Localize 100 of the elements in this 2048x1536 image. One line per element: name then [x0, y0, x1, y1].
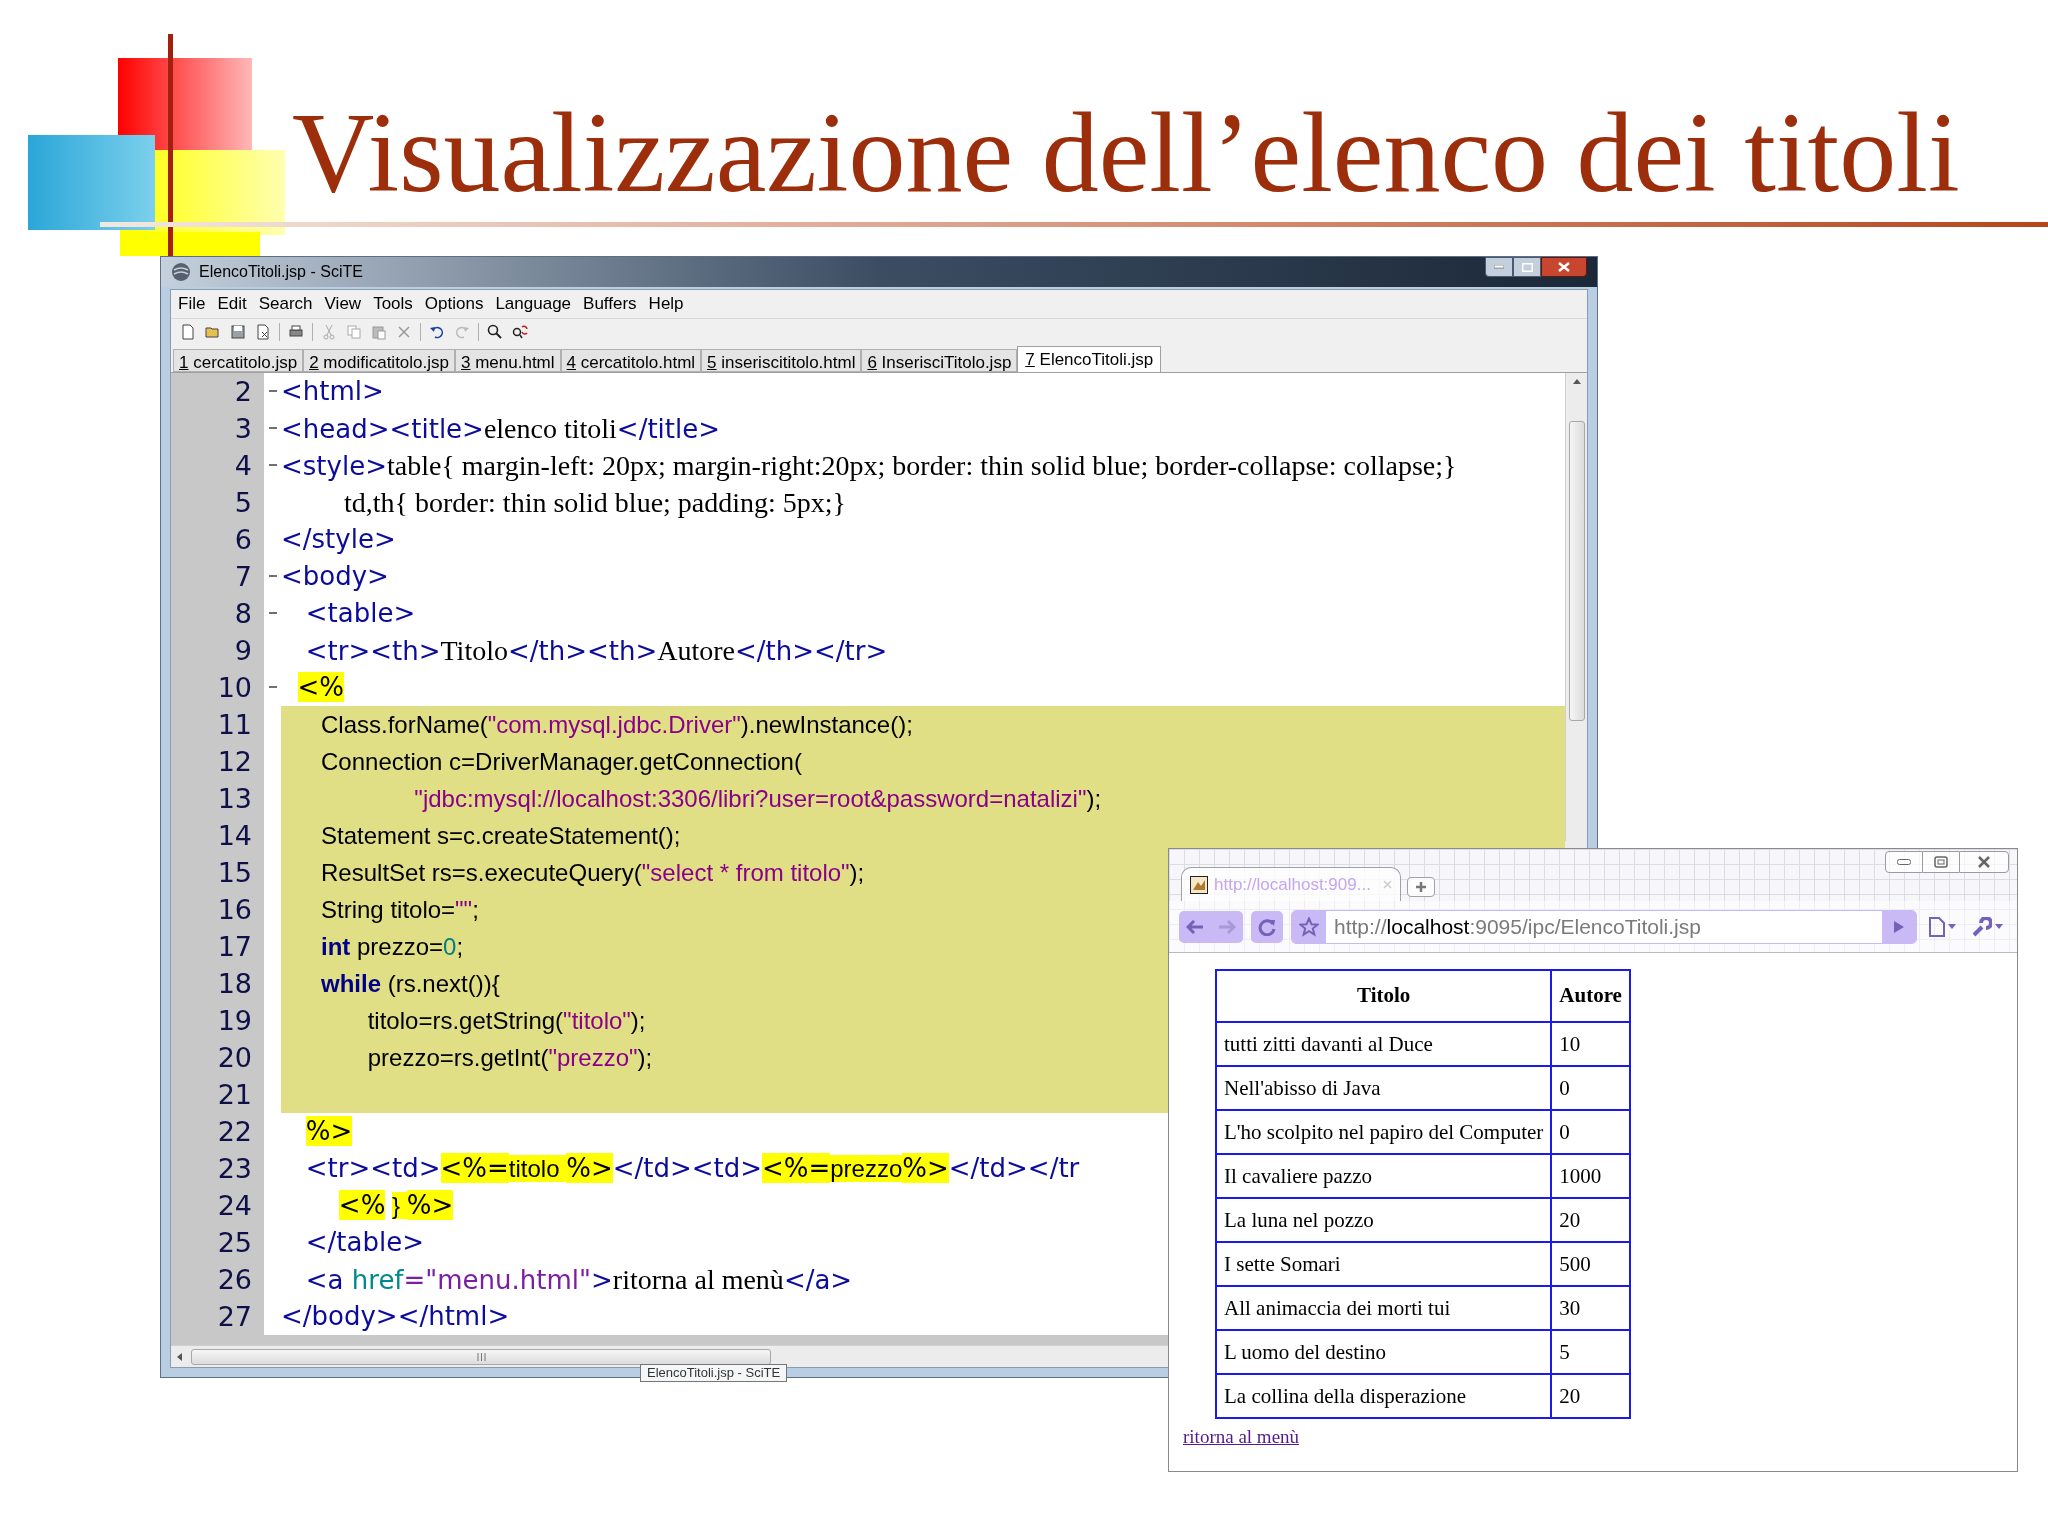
menu-item[interactable]: File	[173, 291, 211, 317]
menu-link[interactable]: ritorna al menù	[1183, 1422, 1300, 1451]
restore-icon	[1934, 856, 1948, 868]
line-number: 16	[216, 893, 253, 927]
line-number: 2	[233, 375, 253, 409]
fold-marker-icon[interactable]	[268, 464, 277, 467]
taskbar-tooltip: ElencoTitoli.jsp - SciTE	[640, 1364, 788, 1382]
table-cell: Nell'abisso di Java	[1216, 1065, 1552, 1110]
column-header: Titolo	[1216, 970, 1552, 1022]
minimize-button[interactable]	[1485, 257, 1513, 277]
maximize-icon	[1521, 262, 1533, 272]
file-tab[interactable]: 6 InserisciTitolo.jsp	[861, 349, 1018, 372]
file-tab[interactable]: 5 inseriscititolo.html	[701, 349, 862, 372]
table-cell: 5	[1551, 1329, 1630, 1374]
scrollbar-thumb[interactable]	[191, 1348, 771, 1365]
line-number: 15	[216, 856, 253, 890]
table-cell: 0	[1551, 1065, 1630, 1110]
fold-marker-icon[interactable]	[268, 686, 277, 689]
new-tab-button[interactable]	[1407, 877, 1435, 897]
app-icon	[171, 262, 191, 282]
fold-marker-icon[interactable]	[268, 390, 277, 393]
maximize-button[interactable]	[1923, 851, 1959, 873]
line-number: 20	[216, 1041, 253, 1075]
fold-marker-icon[interactable]	[268, 612, 277, 615]
maximize-button[interactable]	[1513, 257, 1541, 277]
line-number: 19	[216, 1004, 253, 1038]
go-button[interactable]	[1882, 910, 1916, 943]
line-number: 13	[216, 782, 253, 816]
line-number: 26	[216, 1263, 253, 1297]
column-header: Autore	[1551, 970, 1630, 1022]
file-tab[interactable]: 7 ElencoTitoli.jsp	[1017, 346, 1162, 372]
minimize-icon	[1897, 859, 1911, 865]
menu-item[interactable]: Options	[419, 291, 489, 317]
line-number: 14	[216, 819, 253, 853]
scroll-left-icon[interactable]	[175, 1351, 183, 1362]
table-cell: 0	[1551, 1109, 1630, 1154]
line-number: 9	[233, 634, 253, 668]
vertical-scrollbar[interactable]	[1565, 373, 1587, 841]
menu-item[interactable]: Edit	[212, 291, 252, 317]
line-number: 12	[216, 745, 253, 779]
wrench-icon	[1972, 916, 1992, 937]
forward-arrow-icon	[1218, 919, 1236, 934]
table-cell: La luna nel pozzo	[1216, 1197, 1552, 1242]
table-cell: 20	[1551, 1197, 1630, 1242]
table-cell: Il cavaliere pazzo	[1216, 1153, 1552, 1198]
table-cell: L'ho scolpito nel papiro del Computer	[1216, 1109, 1552, 1154]
line-number: 11	[216, 708, 253, 742]
line-number: 10	[216, 671, 253, 705]
close-icon	[1977, 856, 1991, 868]
line-number: 3	[233, 412, 253, 446]
file-tab[interactable]: 2 modificatitolo.jsp	[303, 349, 455, 372]
line-number: 7	[233, 560, 253, 594]
fold-marker-icon[interactable]	[268, 427, 277, 430]
minimize-icon	[1494, 265, 1504, 269]
line-number: 21	[216, 1078, 253, 1112]
scrollbar-thumb[interactable]	[1568, 421, 1585, 721]
line-number: 8	[233, 597, 253, 631]
plus-icon	[1415, 881, 1427, 893]
close-button[interactable]	[1959, 851, 2009, 873]
table-cell: La collina della disperazione	[1216, 1373, 1552, 1418]
line-number: 27	[216, 1300, 253, 1334]
caret-icon	[1995, 924, 2003, 929]
table-cell: 30	[1551, 1285, 1630, 1330]
address-bar[interactable]: http://localhost:9095/ipc/ElencoTitoli.jsp	[1291, 909, 1917, 944]
minimize-button[interactable]	[1885, 851, 1923, 873]
star-icon[interactable]	[1299, 916, 1319, 937]
menu-item[interactable]: Language	[490, 291, 577, 317]
table-cell: 500	[1551, 1241, 1630, 1286]
table-cell: 20	[1551, 1373, 1630, 1418]
file-tab[interactable]: 1 cercatitolo.jsp	[173, 349, 304, 372]
line-number: 24	[216, 1189, 253, 1223]
menu-item[interactable]: Search	[253, 291, 318, 317]
line-number: 17	[216, 930, 253, 964]
fold-marker-icon[interactable]	[268, 575, 277, 578]
reload-button[interactable]	[1251, 910, 1283, 943]
favicon-icon	[1190, 875, 1208, 894]
scroll-up-icon[interactable]	[1571, 377, 1582, 385]
close-icon	[1558, 262, 1570, 272]
menu-item[interactable]: View	[319, 291, 367, 317]
play-icon	[1893, 919, 1905, 934]
slide-title: Visualizzazione dell’elenco dei titoli	[292, 88, 1960, 218]
file-tab[interactable]: 4 cercatitolo.html	[560, 349, 702, 372]
window-title: ElencoTitoli.jsp - SciTE	[199, 262, 363, 282]
table-cell: I sette Somari	[1216, 1241, 1552, 1286]
line-number: 18	[216, 967, 253, 1001]
table-cell: 10	[1551, 1021, 1630, 1066]
reload-icon	[1258, 917, 1276, 936]
close-button[interactable]	[1541, 257, 1587, 277]
line-number: 23	[216, 1152, 253, 1186]
table-cell: 1000	[1551, 1153, 1630, 1198]
page-icon	[1929, 916, 1945, 937]
menu-item[interactable]: Help	[643, 291, 689, 317]
caret-icon	[1948, 924, 1956, 929]
menu-item[interactable]: Buffers	[578, 291, 642, 317]
line-number: 4	[233, 449, 253, 483]
line-number: 6	[233, 523, 253, 557]
file-tab[interactable]: 3 menu.html	[455, 349, 561, 372]
line-number: 5	[233, 486, 253, 520]
table-cell: L uomo del destino	[1216, 1329, 1552, 1374]
menu-item[interactable]: Tools	[368, 291, 418, 317]
